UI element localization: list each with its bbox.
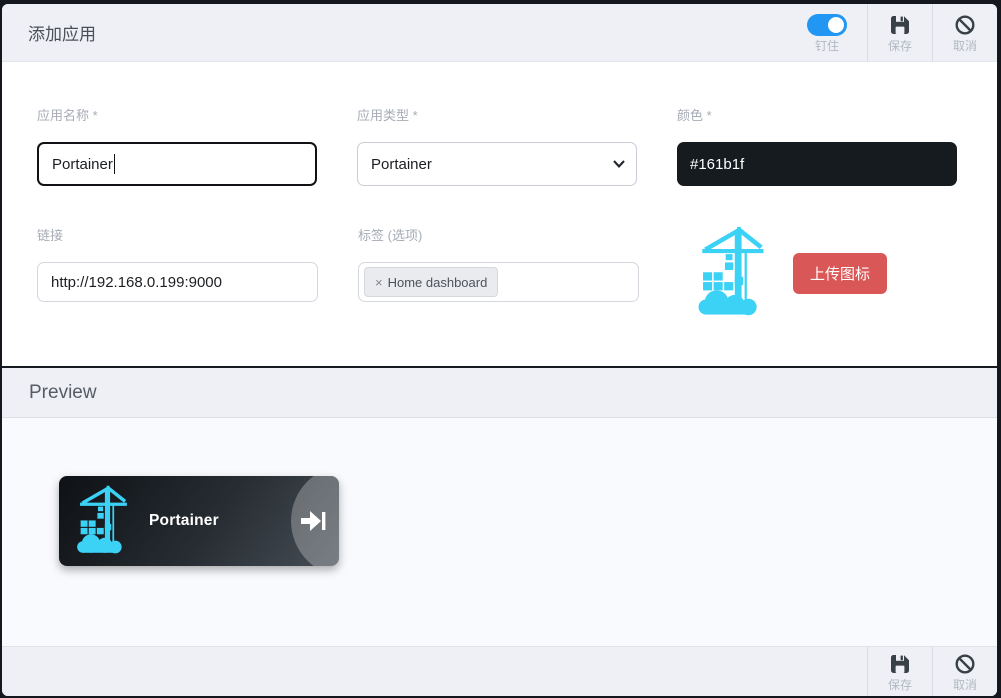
color-label: 颜色 * (677, 108, 712, 123)
pin-toggle[interactable] (807, 13, 847, 36)
footer-cancel-label: 取消 (952, 677, 977, 692)
floppy-disk-icon (891, 15, 909, 34)
preview-card-title: Portainer (149, 512, 219, 529)
preview-title: Preview (29, 381, 97, 403)
cancel-label: 取消 (952, 38, 977, 53)
color-input[interactable] (677, 142, 957, 186)
tags-label: 标签 (选项) (358, 228, 423, 243)
form-row-2: 链接 标签 (选项) × Home dashboard (2, 226, 997, 322)
url-field: 链接 (37, 228, 318, 302)
header-bar: 添加应用 钉住 保存 取消 (2, 4, 997, 62)
text-caret (113, 154, 116, 174)
footer-bar: 保存 取消 (2, 646, 997, 696)
preview-area: Portainer (2, 418, 997, 646)
preview-app-card[interactable]: Portainer (59, 476, 339, 566)
url-input[interactable] (37, 262, 318, 302)
footer-cancel-button[interactable]: 取消 (932, 647, 997, 696)
add-application-dialog: 添加应用 钉住 保存 取消 应用名称 * Portainer 应用类型 * Po… (2, 4, 997, 696)
pin-toggle-cell[interactable]: 钉住 (787, 4, 867, 61)
cancel-circle-icon (955, 653, 975, 674)
color-field: 颜色 * (677, 108, 957, 186)
app-name-label: 应用名称 * (37, 108, 98, 123)
url-label: 链接 (37, 228, 64, 243)
header-spacer (96, 4, 787, 61)
icon-upload-cell: 上传图标 (679, 224, 960, 322)
app-name-input[interactable]: Portainer (37, 142, 317, 186)
toggle-knob-icon (828, 16, 844, 33)
remove-tag-icon[interactable]: × (375, 275, 383, 290)
footer-save-label: 保存 (887, 677, 912, 692)
app-type-field: 应用类型 * Portainer (357, 108, 637, 186)
app-name-field: 应用名称 * Portainer (37, 108, 317, 186)
cancel-button[interactable]: 取消 (932, 4, 997, 61)
page-title: 添加应用 (28, 25, 96, 44)
tag-chip: × Home dashboard (364, 267, 499, 297)
tag-chip-label: Home dashboard (387, 274, 488, 290)
app-type-label: 应用类型 * (357, 108, 418, 123)
cancel-circle-icon (955, 14, 975, 35)
upload-icon-button[interactable]: 上传图标 (793, 252, 888, 294)
preview-section-header: Preview (2, 366, 997, 418)
form-row-1: 应用名称 * Portainer 应用类型 * Portainer 颜色 * #… (2, 108, 997, 186)
pin-label: 钉住 (814, 38, 839, 53)
enter-arrow-icon (301, 511, 326, 531)
footer-spacer (2, 647, 867, 696)
tags-input[interactable]: × Home dashboard (358, 262, 639, 302)
app-type-select[interactable]: Portainer (357, 142, 637, 186)
floppy-disk-icon (891, 654, 909, 673)
tags-field: 标签 (选项) × Home dashboard (358, 228, 639, 302)
footer-save-button[interactable]: 保存 (867, 647, 932, 696)
portainer-logo-icon (698, 226, 764, 316)
app-name-value: Portainer (52, 155, 113, 173)
save-label: 保存 (887, 38, 912, 53)
save-button[interactable]: 保存 (867, 4, 932, 61)
application-form: 应用名称 * Portainer 应用类型 * Portainer 颜色 * #… (2, 62, 997, 366)
portainer-logo-icon (77, 485, 127, 554)
